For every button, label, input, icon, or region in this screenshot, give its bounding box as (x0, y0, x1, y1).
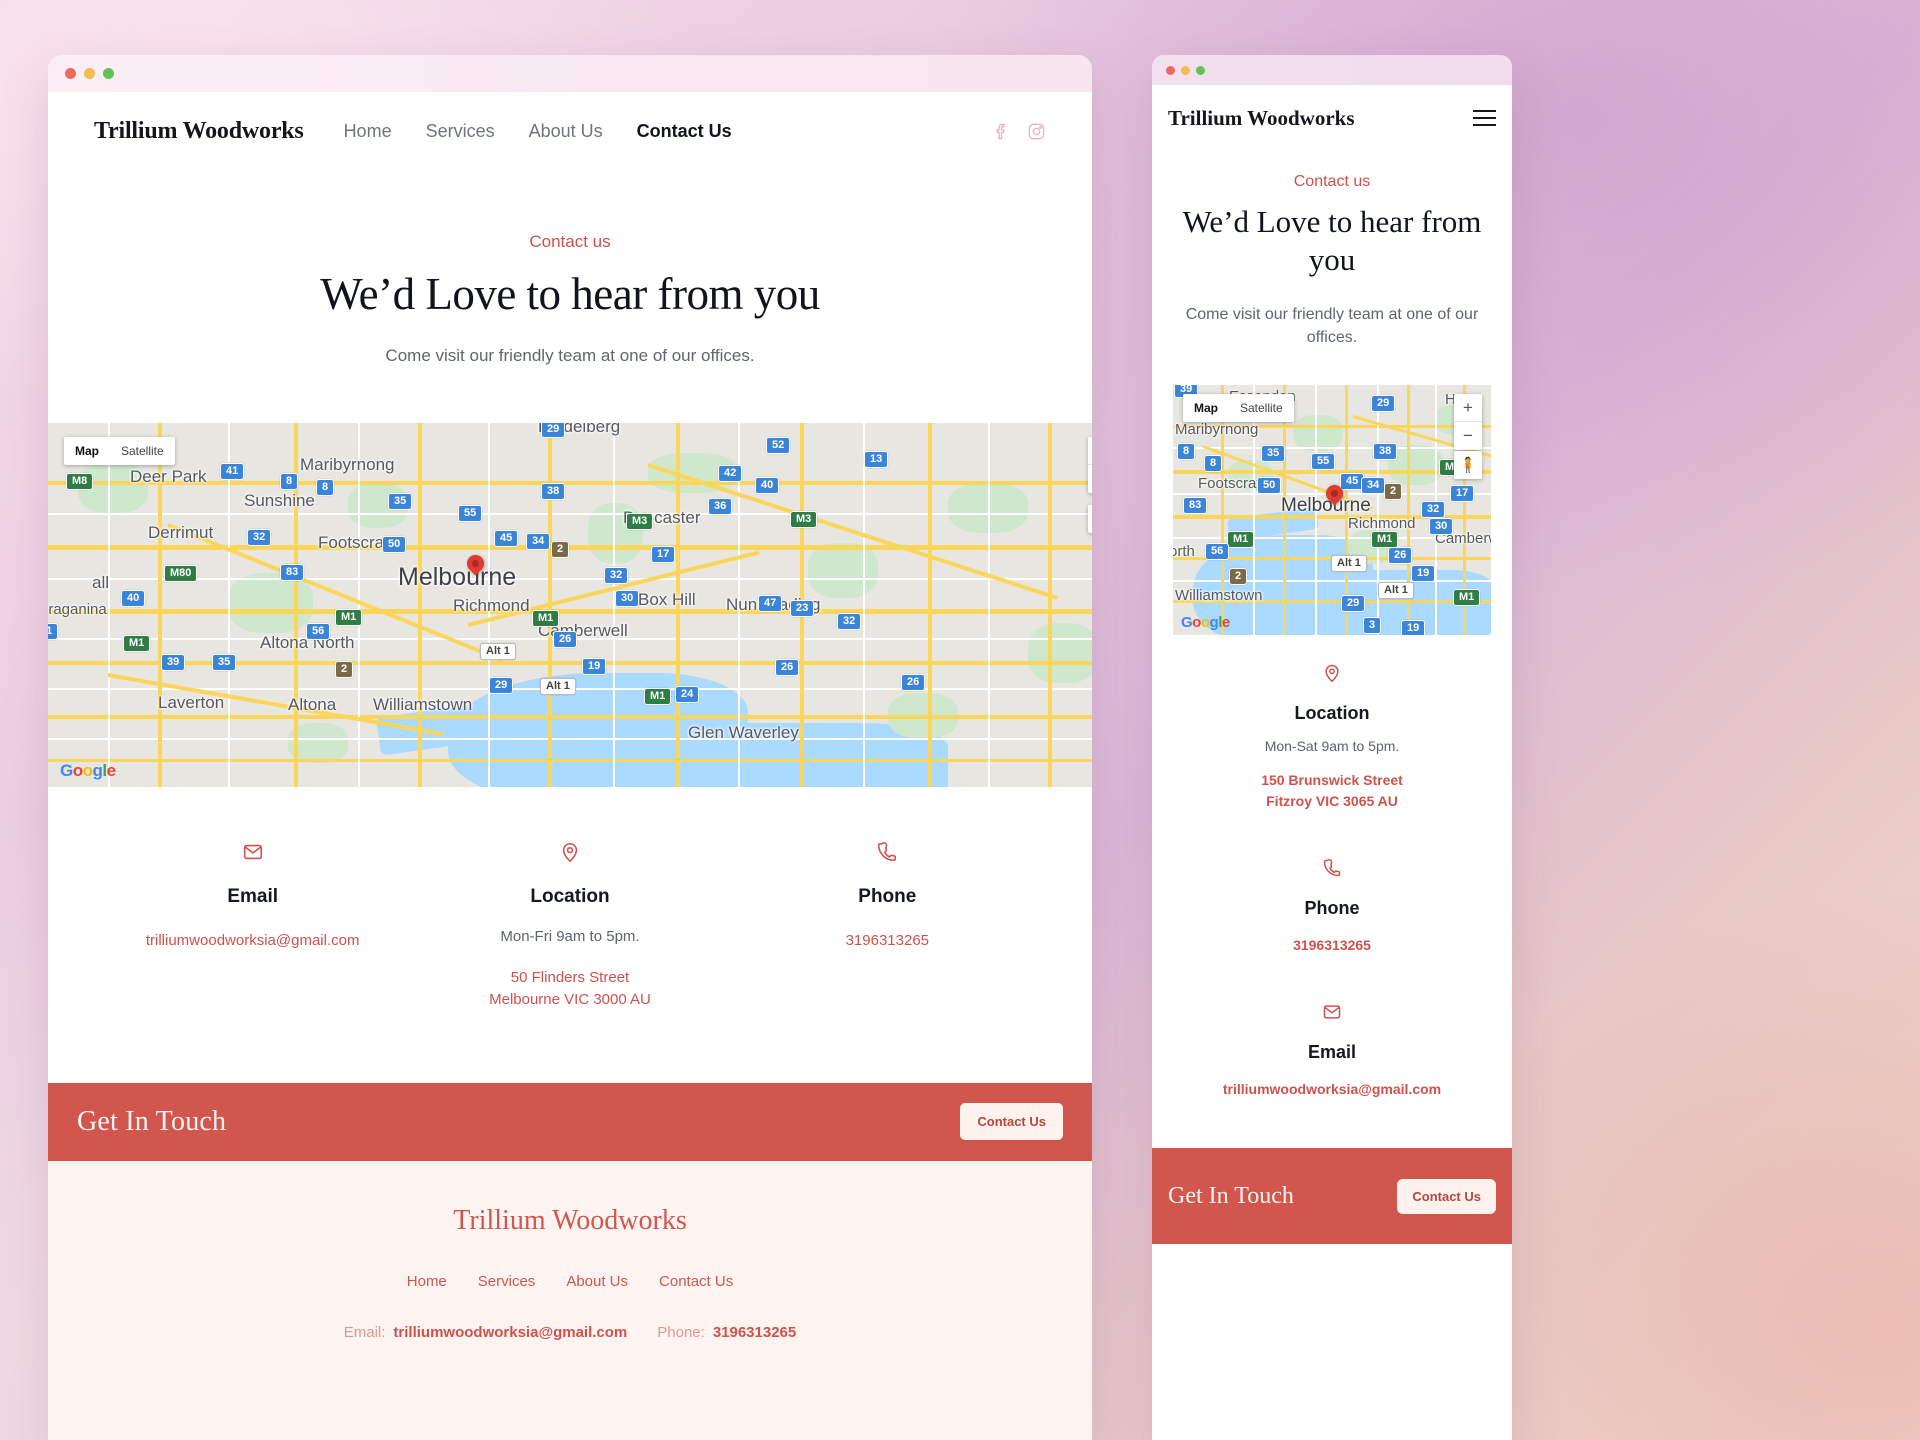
footer-link-about-us[interactable]: About Us (566, 1273, 628, 1290)
contact-us-button[interactable]: Contact Us (960, 1103, 1063, 1140)
hero-eyebrow: Contact us (529, 232, 611, 251)
contact-cards: Email trilliumwoodworksia@gmail.com Loca… (48, 839, 1092, 1011)
get-in-touch-band: Get In Touch Contact Us (48, 1082, 1092, 1161)
google-logo: Google (60, 761, 116, 780)
mobile-contact-title: Email (1307, 1042, 1357, 1062)
footer-brand: Trillium Woodworks (453, 1204, 687, 1236)
contact-card-title: Location (530, 886, 610, 907)
mobile-contact-phone: Phone 3196313265 (1172, 856, 1492, 956)
map-zoom-out-button[interactable]: − (1088, 465, 1092, 493)
street-view-pegman-icon[interactable]: 🧍 (1088, 505, 1092, 533)
mobile-window-maximize-button[interactable] (1196, 65, 1205, 75)
mobile-map-zoom-controls[interactable]: + − (1454, 394, 1482, 450)
footer-phone-value[interactable]: 3196313265 (713, 1324, 796, 1341)
mobile-google-logo: Google (1181, 614, 1230, 631)
site-logo[interactable]: Trillium Woodworks (94, 118, 304, 145)
map-zoom-in-button[interactable]: + (1088, 437, 1092, 465)
mobile-hero-eyebrow: Contact us (1293, 173, 1371, 190)
phone-icon (729, 839, 1046, 865)
desktop-map[interactable]: all Deer Park Maribyrnong Heidelberg Sun… (48, 423, 1092, 787)
mobile-hero-subtitle: Come visit our friendly team at one of o… (1185, 305, 1479, 346)
page-title: We’d Love to hear from you (320, 269, 820, 319)
mobile-contact-email: Email trilliumwoodworksia@gmail.com (1172, 1000, 1492, 1100)
footer-link-contact-us[interactable]: Contact Us (659, 1273, 733, 1290)
footer-email-label: Email: (343, 1323, 386, 1341)
facebook-icon[interactable] (992, 122, 1011, 141)
desktop-page: Trillium Woodworks Home Services About U… (48, 92, 1092, 1440)
mobile-site-logo[interactable]: Trillium Woodworks (1168, 106, 1355, 131)
mobile-get-in-touch-band: Get In Touch Contact Us (1152, 1148, 1512, 1244)
footer-phone-label: Phone: (657, 1323, 705, 1341)
window-minimize-button[interactable] (84, 68, 95, 79)
mobile-window-minimize-button[interactable] (1181, 65, 1190, 75)
hero-subtitle: Come visit our friendly team at one of o… (385, 346, 755, 365)
mobile-map-zoom-out-button[interactable]: − (1454, 422, 1482, 450)
mobile-map-type-toggle[interactable]: Map Satellite (1183, 394, 1294, 422)
window-maximize-button[interactable] (103, 68, 114, 79)
mobile-page-title: We’d Love to hear from you (1182, 204, 1482, 277)
contact-card-value[interactable]: 3196313265 (729, 930, 1046, 952)
phone-icon (1172, 856, 1492, 880)
map-pin-icon (411, 839, 728, 865)
footer-email-value[interactable]: trilliumwoodworksia@gmail.com (393, 1324, 627, 1341)
nav-item-home[interactable]: Home (344, 121, 392, 142)
social-links (992, 122, 1046, 141)
hamburger-icon[interactable] (1473, 110, 1496, 126)
map-type-map[interactable]: Map (64, 437, 110, 465)
footer-link-home[interactable]: Home (407, 1273, 447, 1290)
nav-item-contact-us[interactable]: Contact Us (637, 121, 732, 142)
desktop-hero: Contact us We’d Love to hear from you Co… (48, 170, 1092, 366)
mobile-contact-location: Location Mon-Sat 9am to 5pm. 150 Brunswi… (1172, 661, 1492, 812)
footer: Trillium Woodworks Home Services About U… (48, 1160, 1092, 1440)
mobile-contact-list: Location Mon-Sat 9am to 5pm. 150 Brunswi… (1152, 635, 1512, 1100)
mobile-contact-value[interactable]: 3196313265 (1172, 935, 1492, 956)
mobile-contact-hours: Mon-Sat 9am to 5pm. (1264, 738, 1400, 754)
footer-link-services[interactable]: Services (478, 1273, 536, 1290)
mobile-contact-value[interactable]: 150 Brunswick Street Fitzroy VIC 3065 AU (1172, 770, 1492, 812)
nav-item-services[interactable]: Services (426, 121, 495, 142)
mobile-contact-value[interactable]: trilliumwoodworksia@gmail.com (1172, 1079, 1492, 1100)
desktop-browser-window: Trillium Woodworks Home Services About U… (48, 55, 1092, 1440)
map-type-toggle[interactable]: Map Satellite (64, 437, 175, 465)
contact-card-value[interactable]: trilliumwoodworksia@gmail.com (94, 930, 411, 952)
mobile-titlebar (1152, 55, 1512, 85)
instagram-icon[interactable] (1027, 122, 1046, 141)
mobile-street-view-pegman-icon[interactable]: 🧍 (1454, 451, 1482, 479)
contact-card-phone: Phone 3196313265 (729, 839, 1046, 1011)
contact-card-title: Phone (858, 886, 917, 907)
footer-nav: Home Services About Us Contact Us (48, 1273, 1092, 1290)
mobile-hero: Contact us We’d Love to hear from you Co… (1152, 151, 1512, 349)
mobile-map-type-satellite[interactable]: Satellite (1229, 394, 1294, 422)
desktop-titlebar (48, 55, 1092, 92)
mobile-map-zoom-in-button[interactable]: + (1454, 394, 1482, 422)
primary-nav: Home Services About Us Contact Us (344, 121, 732, 142)
mobile-contact-title: Location (1294, 703, 1370, 723)
map-pin-icon (1172, 661, 1492, 685)
nav-item-about-us[interactable]: About Us (529, 121, 603, 142)
envelope-icon (1172, 1000, 1492, 1024)
mobile-navbar: Trillium Woodworks (1152, 85, 1512, 151)
contact-card-location: Location Mon-Fri 9am to 5pm. 50 Flinders… (411, 839, 728, 1011)
footer-meta: Email: trilliumwoodworksia@gmail.com Pho… (48, 1324, 1092, 1341)
mobile-contact-title: Phone (1304, 898, 1360, 918)
contact-card-email: Email trilliumwoodworksia@gmail.com (94, 839, 411, 1011)
mobile-map-type-map[interactable]: Map (1183, 394, 1229, 422)
envelope-icon (94, 839, 411, 865)
contact-card-hours: Mon-Fri 9am to 5pm. (500, 928, 640, 945)
map-zoom-controls[interactable]: + − (1088, 437, 1092, 493)
contact-card-value[interactable]: 50 Flinders Street Melbourne VIC 3000 AU (411, 967, 728, 1011)
window-close-button[interactable] (65, 68, 76, 79)
map-type-satellite[interactable]: Satellite (110, 437, 175, 465)
cta-title: Get In Touch (77, 1105, 227, 1137)
mobile-cta-title: Get In Touch (1168, 1182, 1294, 1209)
contact-card-title: Email (227, 886, 279, 907)
mobile-window-close-button[interactable] (1166, 65, 1175, 75)
desktop-navbar: Trillium Woodworks Home Services About U… (48, 92, 1092, 170)
mobile-map[interactable]: Essendon Maribyrnong Footscray Melbourne… (1173, 385, 1491, 635)
mobile-contact-us-button[interactable]: Contact Us (1397, 1178, 1496, 1214)
mobile-browser-window: Trillium Woodworks Contact us We’d Love … (1152, 55, 1512, 1440)
